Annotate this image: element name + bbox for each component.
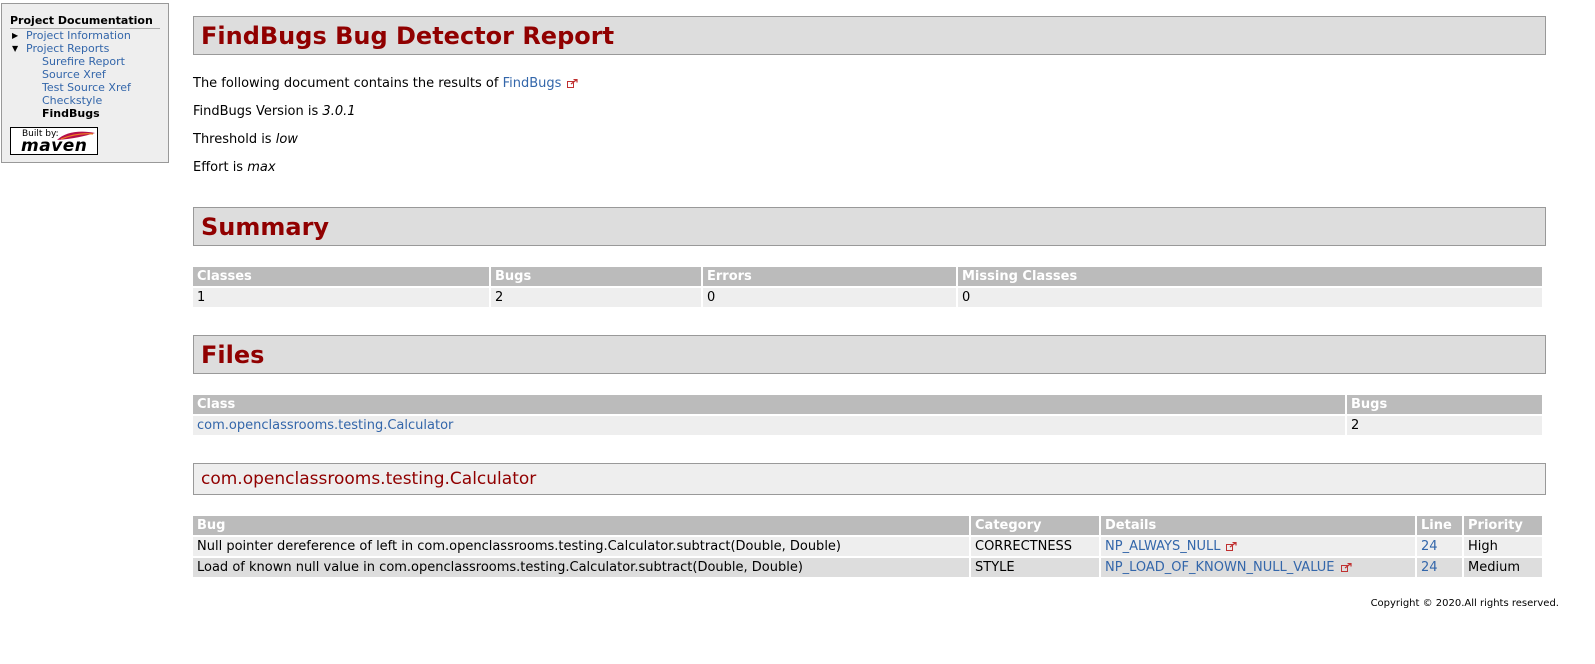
nav-item-project-information[interactable]: ▶ Project Information — [10, 29, 160, 42]
nav-link-project-information[interactable]: Project Information — [26, 29, 131, 42]
summary-missing-classes-value: 0 — [958, 288, 1542, 307]
intro-paragraph: The following document contains the resu… — [193, 75, 1546, 93]
bugs-header-priority: Priority — [1464, 516, 1542, 535]
nav-item-checkstyle[interactable]: Checkstyle — [10, 94, 160, 107]
bug-line-cell: 24 — [1417, 558, 1462, 577]
bug-line-cell: 24 — [1417, 537, 1462, 556]
table-row: com.openclassrooms.testing.Calculator 2 — [193, 416, 1542, 435]
expanded-arrow-icon: ▼ — [12, 44, 19, 53]
summary-heading: Summary — [193, 207, 1546, 246]
files-header-bugs: Bugs — [1347, 395, 1542, 414]
class-detail-heading: com.openclassrooms.testing.Calculator — [193, 463, 1546, 495]
nav-list: ▶ Project Information ▼ Project Reports … — [10, 29, 160, 120]
files-table: Class Bugs com.openclassrooms.testing.Ca… — [191, 393, 1544, 437]
summary-header-classes: Classes — [193, 267, 489, 286]
effort-value: max — [247, 160, 276, 175]
summary-header-row: Classes Bugs Errors Missing Classes — [193, 267, 1542, 286]
files-header-class: Class — [193, 395, 1345, 414]
bug-category: STYLE — [971, 558, 1099, 577]
nav-item-source-xref[interactable]: Source Xref — [10, 68, 160, 81]
nav-item-test-source-xref[interactable]: Test Source Xref — [10, 81, 160, 94]
nav-link-test-source-xref[interactable]: Test Source Xref — [42, 81, 131, 94]
summary-header-missing-classes: Missing Classes — [958, 267, 1542, 286]
collapsed-arrow-icon: ▶ — [12, 31, 19, 40]
report-title: FindBugs Bug Detector Report — [193, 16, 1546, 55]
bug-details-cell: NP_ALWAYS_NULL — [1101, 537, 1415, 556]
effort-paragraph: Effort is max — [193, 159, 1546, 177]
table-row: Null pointer dereference of left in com.… — [193, 537, 1542, 556]
bugs-header-line: Line — [1417, 516, 1462, 535]
file-class-cell: com.openclassrooms.testing.Calculator — [193, 416, 1345, 435]
bugs-header-row: Bug Category Details Line Priority — [193, 516, 1542, 535]
bugs-header-details: Details — [1101, 516, 1415, 535]
intro-text: The following document contains the resu… — [193, 76, 499, 91]
bug-category: CORRECTNESS — [971, 537, 1099, 556]
nav-link-surefire-report[interactable]: Surefire Report — [42, 55, 125, 68]
nav-link-project-reports[interactable]: Project Reports — [26, 42, 109, 55]
left-navigation: Project Documentation ▶ Project Informat… — [1, 3, 169, 163]
external-link-icon — [567, 79, 579, 88]
effort-label: Effort is — [193, 160, 244, 175]
nav-column: Project Documentation ▶ Project Informat… — [2, 4, 168, 120]
findbugs-link[interactable]: FindBugs — [503, 76, 562, 91]
maven-logo-text: maven — [21, 136, 88, 156]
external-link-icon — [1226, 542, 1238, 551]
bug-priority: Medium — [1464, 558, 1542, 577]
bug-line-link[interactable]: 24 — [1421, 539, 1438, 554]
bug-details-link[interactable]: NP_ALWAYS_NULL — [1105, 539, 1220, 554]
bugs-header-category: Category — [971, 516, 1099, 535]
bugs-header-bug: Bug — [193, 516, 969, 535]
file-class-link[interactable]: com.openclassrooms.testing.Calculator — [197, 418, 453, 433]
version-value: 3.0.1 — [322, 104, 356, 119]
summary-bugs-value: 2 — [491, 288, 701, 307]
bug-priority: High — [1464, 537, 1542, 556]
threshold-label: Threshold is — [193, 132, 272, 147]
summary-row: 1 2 0 0 — [193, 288, 1542, 307]
external-link-icon — [1340, 563, 1352, 572]
copyright-footer: Copyright © 2020.All rights reserved. — [1370, 598, 1559, 609]
bug-description: Load of known null value in com.openclas… — [193, 558, 969, 577]
summary-header-errors: Errors — [703, 267, 956, 286]
table-row: Load of known null value in com.openclas… — [193, 558, 1542, 577]
summary-errors-value: 0 — [703, 288, 956, 307]
version-paragraph: FindBugs Version is 3.0.1 — [193, 103, 1546, 121]
nav-item-findbugs-selected: FindBugs — [10, 107, 160, 120]
version-label: FindBugs Version is — [193, 104, 319, 119]
bug-description: Null pointer dereference of left in com.… — [193, 537, 969, 556]
nav-heading: Project Documentation — [10, 14, 160, 29]
bugs-table: Bug Category Details Line Priority Null … — [191, 514, 1544, 579]
file-bugs-cell: 2 — [1347, 416, 1542, 435]
nav-link-source-xref[interactable]: Source Xref — [42, 68, 106, 81]
files-heading: Files — [193, 335, 1546, 374]
files-header-row: Class Bugs — [193, 395, 1542, 414]
bug-details-cell: NP_LOAD_OF_KNOWN_NULL_VALUE — [1101, 558, 1415, 577]
summary-classes-value: 1 — [193, 288, 489, 307]
nav-current-findbugs: FindBugs — [42, 107, 100, 120]
nav-link-checkstyle[interactable]: Checkstyle — [42, 94, 102, 107]
summary-header-bugs: Bugs — [491, 267, 701, 286]
main-content: FindBugs Bug Detector Report The followi… — [193, 16, 1546, 579]
nav-item-surefire-report[interactable]: Surefire Report — [10, 55, 160, 68]
bug-line-link[interactable]: 24 — [1421, 560, 1438, 575]
threshold-paragraph: Threshold is low — [193, 131, 1546, 149]
threshold-value: low — [275, 132, 298, 147]
summary-table: Classes Bugs Errors Missing Classes 1 2 … — [191, 265, 1544, 309]
built-by-maven-logo[interactable]: Built by: maven — [10, 127, 98, 156]
nav-item-project-reports[interactable]: ▼ Project Reports — [10, 42, 160, 55]
bug-details-link[interactable]: NP_LOAD_OF_KNOWN_NULL_VALUE — [1105, 560, 1335, 575]
